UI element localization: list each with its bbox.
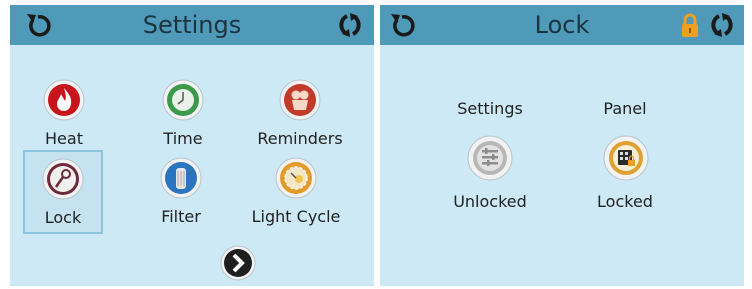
key-icon (42, 158, 84, 200)
reminder-icon (279, 79, 321, 121)
refresh-icon[interactable] (706, 12, 738, 38)
panel-lock-status: Locked (597, 192, 653, 211)
lock-screen: Lock Settings Unlocked Panel Locked (380, 5, 744, 286)
lock-tile[interactable]: Lock (23, 150, 103, 234)
clock-icon (162, 79, 204, 121)
light-cycle-tile[interactable]: Light Cycle (252, 151, 340, 235)
filter-tile[interactable]: Filter (141, 151, 221, 235)
chevron-right-icon[interactable] (220, 245, 256, 281)
panel-lock-heading: Panel (603, 99, 647, 118)
refresh-icon[interactable] (334, 12, 366, 38)
tile-label: Filter (161, 207, 201, 226)
tile-label: Heat (45, 129, 83, 148)
flame-icon (43, 79, 85, 121)
settings-lock-heading: Settings (457, 99, 523, 118)
light-cycle-icon (275, 157, 317, 199)
page-title: Settings (142, 11, 242, 39)
tile-label: Lock (44, 208, 82, 227)
header-bar: Settings (10, 5, 374, 45)
settings-lock-status: Unlocked (453, 192, 527, 211)
time-tile[interactable]: Time (143, 73, 223, 157)
tile-label: Light Cycle (251, 207, 341, 226)
heat-tile[interactable]: Heat (24, 73, 104, 157)
reminders-tile[interactable]: Reminders (257, 73, 343, 157)
padlock-icon (680, 12, 700, 38)
filter-icon (160, 157, 202, 199)
settings-list-icon[interactable] (467, 135, 513, 181)
tile-label: Time (163, 129, 203, 148)
tile-label: Reminders (257, 129, 343, 148)
header-bar: Lock (380, 5, 744, 45)
settings-screen: Settings Heat Time Reminders Lock Filter (10, 5, 374, 286)
panel-keypad-icon[interactable] (603, 135, 649, 181)
